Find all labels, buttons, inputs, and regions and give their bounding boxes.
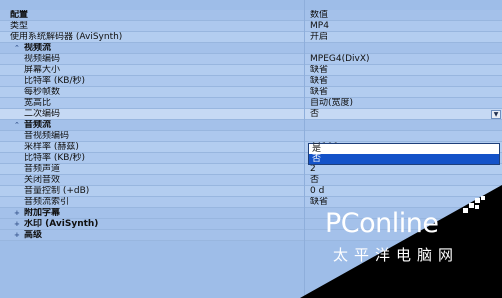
row-value: 2	[310, 164, 316, 174]
row-label: 音量控制 (+dB)	[24, 186, 90, 196]
collapse-icon[interactable]: ⌃	[14, 120, 22, 130]
section-label: 音频流	[24, 120, 52, 130]
row-screen-size[interactable]: 屏幕大小 缺省	[0, 65, 502, 76]
row-label: 宽高比	[24, 98, 52, 108]
row-value: 缺省	[310, 76, 329, 86]
row-value: 开启	[310, 32, 329, 42]
header-name: 配置	[10, 10, 29, 20]
row-disable-audio[interactable]: 关闭音效 否	[0, 175, 502, 186]
row-volume-control[interactable]: 音量控制 (+dB) 0 d	[0, 186, 502, 197]
row-value: MP4	[310, 21, 329, 31]
row-value: MPEG4(DivX)	[310, 54, 370, 64]
header-value: 数值	[310, 10, 329, 20]
section-label: 视频流	[24, 43, 52, 53]
section-audio-stream[interactable]: ⌃ 音频流	[0, 120, 502, 131]
row-label: 每秒帧数	[24, 87, 61, 97]
row-label: 类型	[10, 21, 29, 31]
row-label: 音频声道	[24, 164, 61, 174]
row-audio-codec[interactable]: 音视频编码	[0, 131, 502, 142]
row-value: 否	[310, 109, 320, 119]
section-label: 附加字幕	[24, 208, 61, 218]
row-label: 二次编码	[24, 109, 61, 119]
watermark-logo: PConline 太平洋电脑网	[325, 196, 495, 268]
row-video-codec[interactable]: 视频编码 MPEG4(DivX)	[0, 54, 502, 65]
row-value: 0 d	[310, 186, 325, 196]
row-value: 缺省	[310, 65, 329, 75]
expand-icon[interactable]: +	[14, 219, 22, 229]
row-label: 关闭音效	[24, 175, 61, 185]
row-video-bitrate[interactable]: 比特率 (KB/秒) 缺省	[0, 76, 502, 87]
section-label: 高级	[24, 230, 43, 240]
expand-icon[interactable]: +	[14, 208, 22, 218]
row-label: 比特率 (KB/秒)	[24, 76, 85, 86]
row-label: 视频编码	[24, 54, 61, 64]
row-two-pass[interactable]: 二次编码 否 ▼	[0, 109, 502, 120]
row-label: 比特率 (KB/秒)	[24, 153, 85, 163]
section-video-stream[interactable]: ⌃ 视频流	[0, 43, 502, 54]
row-label: 音频流索引	[24, 197, 70, 207]
two-pass-dropdown-list[interactable]: 是 否	[308, 143, 500, 165]
row-label: 屏幕大小	[24, 65, 61, 75]
row-label: 使用系统解码器 (AviSynth)	[10, 32, 123, 42]
watermark-logo-text: PConline	[325, 208, 439, 239]
row-aspect-ratio[interactable]: 宽高比 自动(宽度)	[0, 98, 502, 109]
row-value: 自动(宽度)	[310, 98, 354, 108]
row-value: 缺省	[310, 87, 329, 97]
row-system-decoder[interactable]: 使用系统解码器 (AviSynth) 开启	[0, 32, 502, 43]
collapse-icon[interactable]: ⌃	[14, 43, 22, 53]
row-frame-rate[interactable]: 每秒帧数 缺省	[0, 87, 502, 98]
dropdown-option-yes[interactable]: 是	[309, 144, 499, 154]
logo-pixel-icon	[463, 196, 485, 213]
row-value: 否	[310, 175, 320, 185]
row-value: 缺省	[310, 197, 329, 207]
row-audio-channels[interactable]: 音频声道 2	[0, 164, 502, 175]
row-type[interactable]: 类型 MP4	[0, 21, 502, 32]
watermark-tagline: 太平洋电脑网	[333, 246, 460, 264]
expand-icon[interactable]: +	[14, 230, 22, 240]
dropdown-arrow-icon[interactable]: ▼	[491, 110, 501, 119]
dropdown-option-no[interactable]: 否	[309, 154, 499, 164]
section-label: 水印 (AviSynth)	[24, 219, 99, 229]
row-label: 音视频编码	[24, 131, 70, 141]
grid-header: 配置 数值	[0, 10, 502, 21]
row-audio-stream-index[interactable]: 音频流索引 缺省	[0, 197, 502, 208]
row-label: 采样率 (赫兹)	[24, 142, 79, 152]
